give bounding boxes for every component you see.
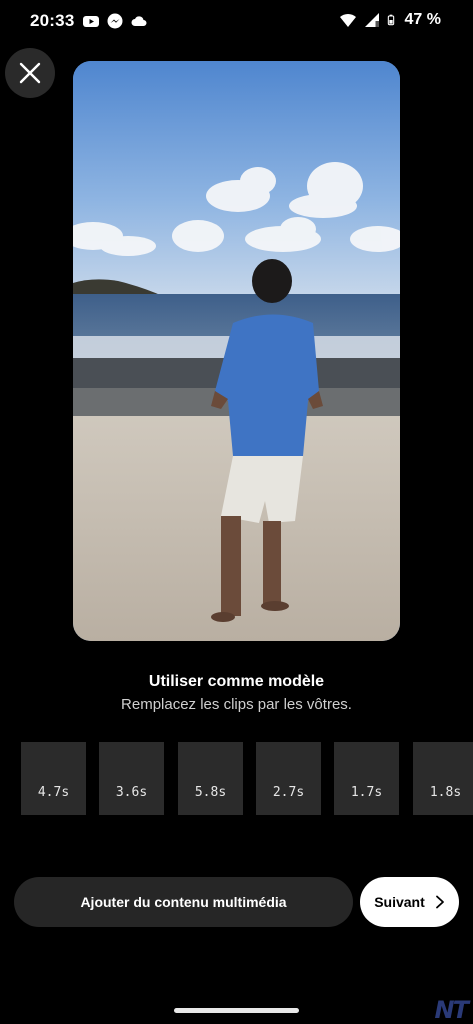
clip-duration: 1.8s bbox=[429, 785, 462, 800]
status-bar: 20:33 47 % bbox=[0, 0, 473, 44]
battery-percent: 47 % bbox=[404, 11, 441, 28]
clip-duration: 1.7s bbox=[350, 785, 383, 800]
clip-slot[interactable]: 1.7s bbox=[334, 742, 399, 815]
clip-duration: 4.7s bbox=[37, 785, 70, 800]
add-media-button[interactable]: Ajouter du contenu multimédia bbox=[14, 877, 353, 927]
watermark-logo: NT bbox=[434, 996, 469, 1024]
cloud-icon bbox=[131, 16, 147, 26]
next-label: Suivant bbox=[374, 894, 425, 910]
wifi-icon bbox=[339, 13, 356, 27]
clip-slot[interactable]: 4.7s bbox=[21, 742, 86, 815]
clip-slot[interactable]: 2.7s bbox=[256, 742, 321, 815]
status-time: 20:33 bbox=[30, 11, 75, 30]
add-media-label: Ajouter du contenu multimédia bbox=[80, 894, 287, 910]
clips-strip[interactable]: 4.7s 3.6s 5.8s 2.7s 1.7s 1.8s bbox=[21, 742, 473, 815]
battery-icon bbox=[387, 14, 394, 26]
clip-slot[interactable]: 1.8s bbox=[413, 742, 473, 815]
signal-icon bbox=[364, 13, 379, 27]
chevron-right-icon bbox=[435, 895, 444, 909]
clip-slot[interactable]: 3.6s bbox=[99, 742, 164, 815]
youtube-icon bbox=[83, 16, 99, 27]
messenger-icon bbox=[107, 13, 123, 29]
clip-slot[interactable]: 5.8s bbox=[178, 742, 243, 815]
clip-duration: 2.7s bbox=[272, 785, 305, 800]
next-button[interactable]: Suivant bbox=[360, 877, 459, 927]
template-title: Utiliser comme modèle bbox=[148, 673, 325, 690]
clip-duration: 5.8s bbox=[194, 785, 227, 800]
template-subtitle: Remplacez les clips par les vôtres. bbox=[121, 696, 352, 713]
video-preview[interactable] bbox=[73, 61, 400, 641]
beach-scene-image bbox=[73, 61, 400, 641]
close-icon bbox=[19, 62, 41, 84]
close-button[interactable] bbox=[5, 48, 55, 98]
clip-duration: 3.6s bbox=[115, 785, 148, 800]
home-indicator[interactable] bbox=[174, 1008, 299, 1013]
